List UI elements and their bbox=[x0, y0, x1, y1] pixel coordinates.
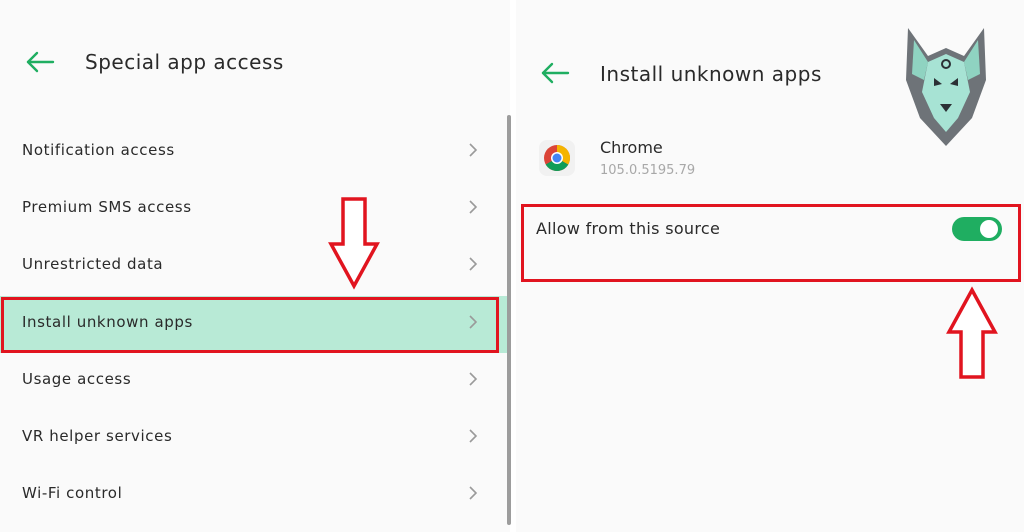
list-item-label: VR helper services bbox=[22, 427, 173, 445]
allow-from-source-row[interactable] bbox=[521, 204, 1021, 282]
back-arrow-icon[interactable] bbox=[25, 51, 55, 73]
chevron-right-icon bbox=[469, 372, 478, 386]
list-item-premium-sms-access[interactable]: Premium SMS access bbox=[0, 181, 508, 238]
chevron-right-icon bbox=[469, 257, 478, 271]
red-arrow-up-icon bbox=[946, 286, 998, 379]
list-item-label: Usage access bbox=[22, 370, 132, 388]
chrome-logo-icon bbox=[539, 140, 575, 176]
list-item-label: Notification access bbox=[22, 141, 175, 159]
page-title: Install unknown apps bbox=[600, 62, 822, 86]
list-item-vr-helper-services[interactable]: VR helper services bbox=[0, 410, 508, 467]
app-version: 105.0.5195.79 bbox=[600, 163, 696, 178]
special-app-access-screen: Special app access Notification access P… bbox=[0, 0, 510, 532]
app-name: Chrome bbox=[600, 138, 663, 157]
list-item-install-unknown-apps[interactable]: Install unknown apps bbox=[0, 296, 508, 353]
list-item-label: Unrestricted data bbox=[22, 255, 164, 273]
chevron-right-icon bbox=[469, 486, 478, 500]
list-item-usage-access[interactable]: Usage access bbox=[0, 353, 508, 410]
chevron-right-icon bbox=[469, 429, 478, 443]
list-item-label: Premium SMS access bbox=[22, 198, 192, 216]
chevron-right-icon bbox=[469, 200, 478, 214]
allow-from-source-toggle[interactable] bbox=[952, 217, 1002, 241]
chevron-right-icon bbox=[469, 315, 478, 329]
back-arrow-icon[interactable] bbox=[540, 62, 570, 84]
list-item-notification-access[interactable]: Notification access bbox=[0, 124, 508, 181]
red-arrow-down-icon bbox=[328, 197, 380, 290]
list-item-unrestricted-data[interactable]: Unrestricted data bbox=[0, 238, 508, 295]
page-title: Special app access bbox=[85, 50, 284, 74]
list-item-wifi-control[interactable]: Wi-Fi control bbox=[0, 467, 508, 524]
list-item-label: Install unknown apps bbox=[22, 313, 193, 331]
chevron-right-icon bbox=[469, 143, 478, 157]
wolf-logo-icon bbox=[906, 28, 986, 146]
toggle-knob bbox=[980, 220, 998, 238]
scrollbar[interactable] bbox=[507, 115, 511, 525]
list-item-label: Wi-Fi control bbox=[22, 484, 123, 502]
allow-from-source-label: Allow from this source bbox=[536, 219, 721, 238]
